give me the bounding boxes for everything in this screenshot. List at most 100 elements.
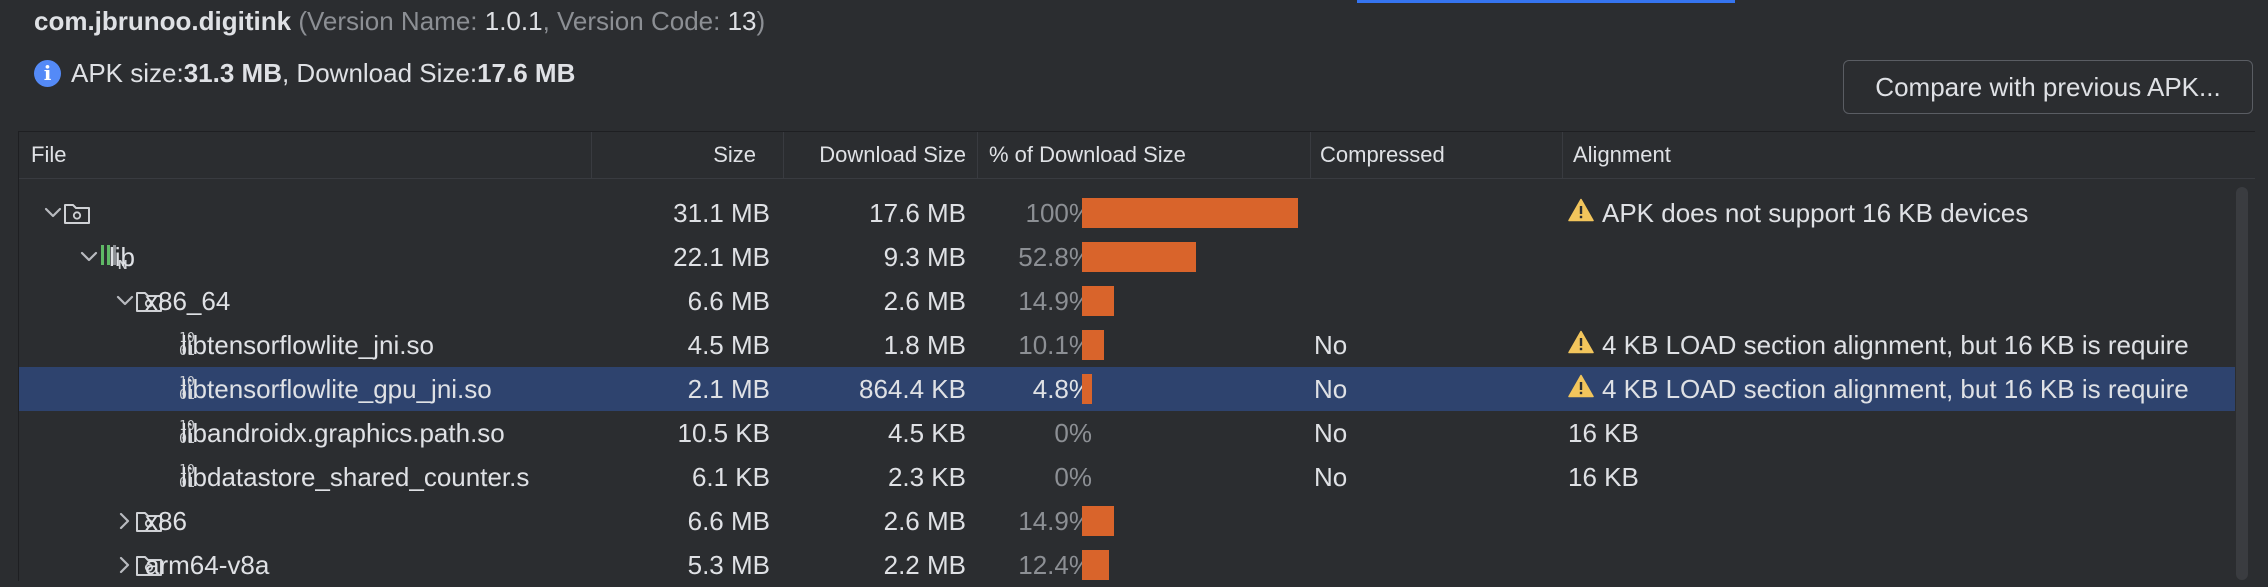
alignment-text: 4 KB LOAD section alignment, but 16 KB i… — [1602, 330, 2189, 360]
version-code: 13 — [727, 6, 757, 36]
download-percent-bar — [1082, 550, 1109, 580]
chevron-right-icon[interactable] — [113, 543, 137, 587]
download-percent: 100% — [1025, 198, 1093, 228]
chevron-right-icon[interactable] — [113, 499, 137, 543]
alignment-text: 16 KB — [1568, 418, 1639, 448]
alignment-value: 4 KB LOAD section alignment, but 16 KB i… — [1568, 367, 2230, 411]
column-divider[interactable] — [977, 132, 978, 178]
file-size: 6.1 KB — [691, 462, 770, 492]
package-name: com.jbrunoo.digitink — [34, 6, 292, 36]
warning-icon — [1568, 323, 1594, 367]
column-header-download-size[interactable]: Download Size — [784, 132, 976, 178]
file-size: 5.3 MB — [687, 550, 770, 580]
column-header-size[interactable]: Size — [592, 132, 770, 178]
alignment-value: 16 KB — [1568, 455, 2230, 499]
download-size: 2.3 KB — [887, 462, 966, 492]
compressed-value: No — [1314, 462, 1348, 492]
download-percent-bar — [1082, 374, 1092, 404]
alignment-value: 4 KB LOAD section alignment, but 16 KB i… — [1568, 323, 2230, 367]
table-row[interactable]: x86_64 6.6 MB 2.6 MB 14.9% — [19, 279, 2235, 323]
version-code-label: , Version Code: — [542, 6, 728, 36]
download-size: 2.6 MB — [883, 286, 966, 316]
file-size: 6.6 MB — [687, 286, 770, 316]
chevron-down-icon[interactable] — [41, 191, 65, 235]
table-row[interactable]: 10 01 libdatastore_shared_counter.s 6.1 KB 2… — [19, 455, 2235, 499]
alignment-text: 4 KB LOAD section alignment, but 16 KB i… — [1602, 374, 2189, 404]
download-percent: 4.8% — [1032, 374, 1092, 404]
download-percent: 10.1% — [1018, 330, 1092, 360]
compressed-value: No — [1314, 374, 1348, 404]
chevron-down-icon[interactable] — [77, 235, 101, 279]
download-percent: 14.9% — [1018, 286, 1092, 316]
compare-with-previous-apk-button[interactable]: Compare with previous APK... — [1843, 60, 2253, 114]
file-size: 6.6 MB — [687, 506, 770, 536]
apk-title: com.jbrunoo.digitink (Version Name: 1.0.… — [34, 6, 765, 37]
download-size: 864.4 KB — [859, 374, 966, 404]
column-divider[interactable] — [1562, 132, 1563, 178]
warning-icon — [1568, 191, 1594, 235]
table-row[interactable]: x86 6.6 MB 2.6 MB 14.9% — [19, 499, 2235, 543]
file-name: arm64-v8a — [145, 550, 270, 580]
alignment-text: APK does not support 16 KB devices — [1602, 198, 2029, 228]
file-size: 2.1 MB — [687, 374, 770, 404]
compressed-value: No — [1314, 330, 1348, 360]
file-name — [109, 191, 591, 235]
vertical-scrollbar[interactable] — [2236, 187, 2248, 580]
table-row[interactable]: 10 01 libtensorflowlite_gpu_jni.so 2.1 MB 86… — [19, 367, 2235, 411]
download-percent-bar — [1082, 330, 1104, 360]
file-name: libandroidx.graphics.path.so — [181, 418, 505, 448]
download-size: 2.2 MB — [883, 550, 966, 580]
file-size: 22.1 MB — [673, 242, 770, 272]
download-percent-bar — [1082, 286, 1114, 316]
download-percent: 14.9% — [1018, 506, 1092, 536]
table-row[interactable]: 31.1 MB 17.6 MB 100% APK does not support 1… — [19, 191, 2235, 235]
column-header-alignment[interactable]: Alignment — [1573, 132, 2173, 178]
column-divider[interactable] — [1310, 132, 1311, 178]
download-percent: 0% — [1054, 418, 1092, 448]
download-percent-bar — [1082, 506, 1114, 536]
active-tab-indicator — [1357, 0, 1735, 3]
table-header: File Size Download Size % of Download Si… — [19, 132, 2255, 179]
file-size: 4.5 MB — [687, 330, 770, 360]
download-percent: 52.8% — [1018, 242, 1092, 272]
file-name: lib — [109, 242, 136, 272]
apk-contents-table: File Size Download Size % of Download Si… — [18, 131, 2255, 581]
column-header-percent-download[interactable]: % of Download Size — [989, 132, 1319, 178]
folder-icon — [63, 191, 91, 235]
apk-size-summary: i APK size: 31.3 MB, Download Size: 17.6… — [34, 56, 575, 90]
file-name: x86 — [145, 506, 187, 536]
file-name: libtensorflowlite_jni.so — [181, 330, 434, 360]
file-size: 10.5 KB — [677, 418, 770, 448]
download-percent-bar — [1082, 198, 1298, 228]
download-size: 1.8 MB — [883, 330, 966, 360]
download-size-value: 17.6 MB — [477, 57, 576, 88]
alignment-text: 16 KB — [1568, 462, 1639, 492]
download-size-label: , Download Size: — [281, 57, 478, 88]
table-row[interactable]: Nlib 22.1 MB 9.3 MB 52.8% — [19, 235, 2235, 279]
alignment-value: 16 KB — [1568, 411, 2230, 455]
version-name: 1.0.1 — [484, 6, 543, 36]
file-name: x86_64 — [145, 286, 231, 316]
download-size: 17.6 MB — [869, 198, 966, 228]
file-size: 31.1 MB — [673, 198, 770, 228]
table-row[interactable]: 10 01 libtensorflowlite_jni.so 4.5 MB 1.8 MB… — [19, 323, 2235, 367]
download-size: 2.6 MB — [883, 506, 966, 536]
version-name-label: (Version Name: — [291, 6, 485, 36]
download-percent: 0% — [1054, 462, 1092, 492]
apk-size-label: APK size: — [71, 57, 184, 88]
chevron-down-icon[interactable] — [113, 279, 137, 323]
apk-size-value: 31.3 MB — [183, 57, 282, 88]
download-percent: 12.4% — [1018, 550, 1092, 580]
compressed-value: No — [1314, 418, 1348, 448]
file-name: libtensorflowlite_gpu_jni.so — [181, 374, 492, 404]
info-icon: i — [34, 59, 61, 87]
table-row[interactable]: 10 01 libandroidx.graphics.path.so 10.5 KB 4… — [19, 411, 2235, 455]
download-size: 4.5 KB — [887, 418, 966, 448]
download-percent-bar — [1082, 242, 1196, 272]
close-paren: ) — [756, 6, 766, 36]
column-header-file[interactable]: File — [31, 132, 601, 178]
file-name: libdatastore_shared_counter.s — [181, 462, 530, 492]
column-header-compressed[interactable]: Compressed — [1320, 132, 1560, 178]
download-size: 9.3 MB — [883, 242, 966, 272]
table-row[interactable]: arm64-v8a 5.3 MB 2.2 MB 12.4% — [19, 543, 2235, 587]
